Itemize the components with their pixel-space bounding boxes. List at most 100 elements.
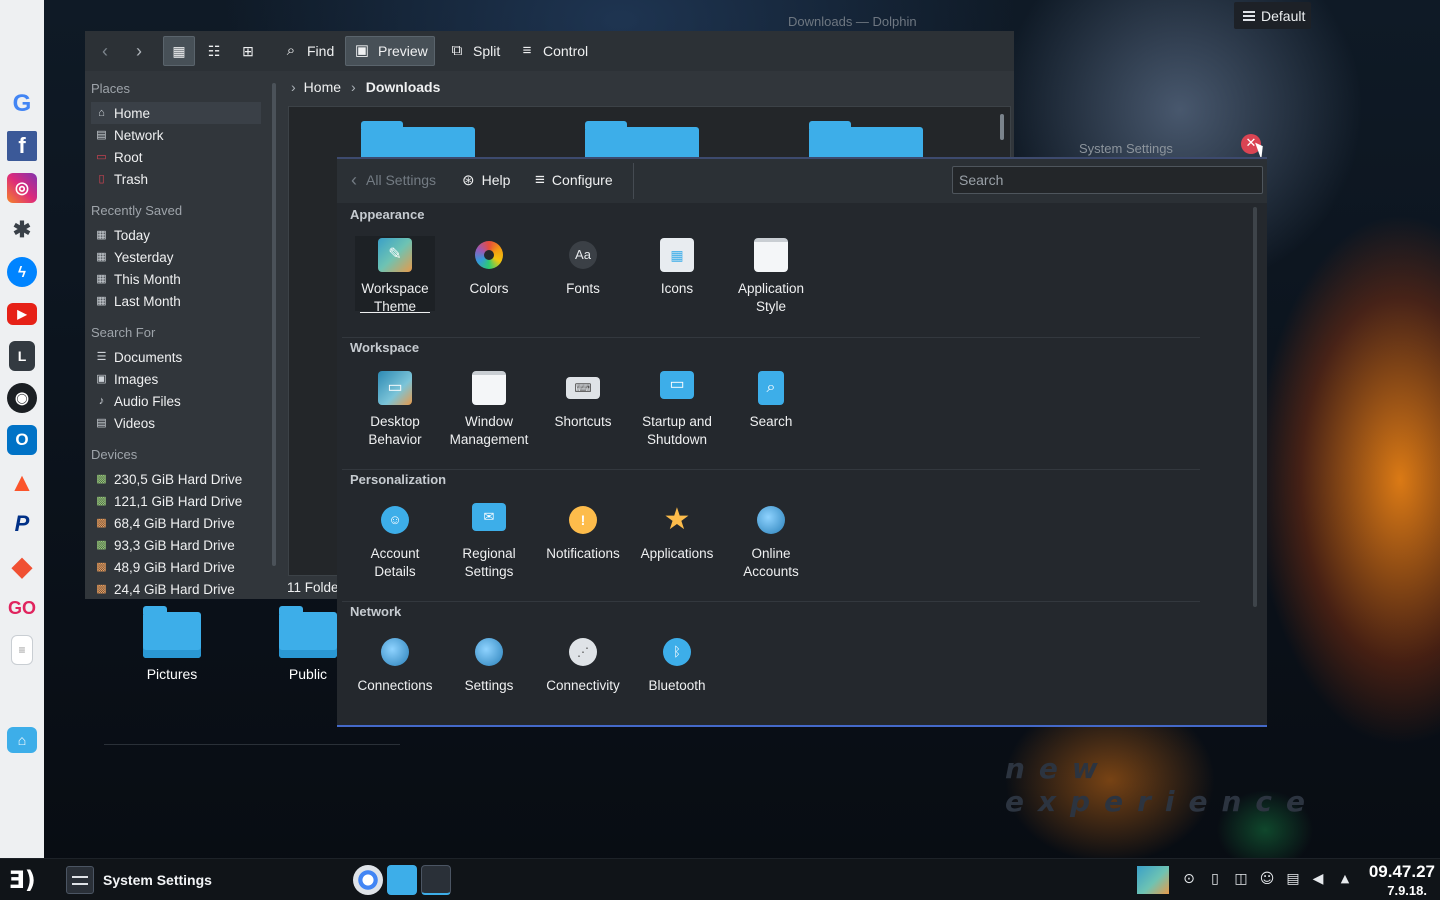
- messenger-icon[interactable]: ϟ: [7, 257, 37, 287]
- text-editor-icon[interactable]: ≡: [11, 635, 33, 665]
- search-images[interactable]: ▣ Images: [91, 368, 261, 390]
- tile-startup-shutdown[interactable]: ▭ Startup and Shutdown: [637, 371, 717, 449]
- layout-button[interactable]: Default: [1234, 2, 1311, 29]
- user-icon[interactable]: ☺: [1259, 871, 1275, 887]
- device-item[interactable]: ▩ 24,4 GiB Hard Drive: [91, 578, 261, 600]
- brave-icon[interactable]: ▲: [7, 467, 37, 497]
- tile-online-accounts[interactable]: Online Accounts: [731, 503, 811, 581]
- device-item[interactable]: ▩ 93,3 GiB Hard Drive: [91, 534, 261, 556]
- facebook-icon[interactable]: f: [7, 131, 37, 161]
- tile-label: Workspace Theme: [361, 281, 429, 314]
- tile-window-management[interactable]: Window Management: [449, 371, 529, 449]
- task-system-settings[interactable]: System Settings: [58, 862, 338, 898]
- help-button[interactable]: ⊛ Help: [462, 167, 510, 193]
- tile-search[interactable]: ⌕ Search: [731, 371, 811, 431]
- tile-account-details[interactable]: ☺ Account Details: [355, 503, 435, 581]
- search-documents[interactable]: ☰ Documents: [91, 346, 261, 368]
- tile-fonts[interactable]: Aa Fonts: [543, 238, 623, 298]
- forward-button[interactable]: ›: [127, 36, 151, 66]
- device-item[interactable]: ▩ 230,5 GiB Hard Drive: [91, 468, 261, 490]
- outlook-icon[interactable]: O: [7, 425, 37, 455]
- places-scrollbar[interactable]: [272, 83, 276, 566]
- google-icon[interactable]: G: [7, 89, 37, 119]
- breadcrumb-home[interactable]: Home: [304, 79, 341, 95]
- usb-icon[interactable]: ▯: [1207, 871, 1223, 887]
- search-audio[interactable]: ♪ Audio Files: [91, 390, 261, 412]
- l-app-icon[interactable]: L: [9, 341, 35, 371]
- github-icon[interactable]: ◉: [7, 383, 37, 413]
- folder-icon[interactable]: [585, 121, 699, 159]
- paypal-icon[interactable]: P: [7, 509, 37, 539]
- compact-view-button[interactable]: ☷: [201, 36, 227, 66]
- tile-notifications[interactable]: ! Notifications: [543, 503, 623, 563]
- folder-icon[interactable]: [809, 121, 923, 159]
- recent-this-month[interactable]: ▦ This Month: [91, 268, 261, 290]
- place-trash[interactable]: ▯ Trash: [91, 168, 261, 190]
- tile-colors[interactable]: Colors: [449, 238, 529, 298]
- update-icon[interactable]: ⊙: [1181, 871, 1197, 887]
- network-icon: ▤: [96, 128, 107, 141]
- recent-today[interactable]: ▦ Today: [91, 224, 261, 246]
- place-root[interactable]: ▭ Root: [91, 146, 261, 168]
- configure-button[interactable]: ≡ Configure: [535, 167, 613, 193]
- tile-workspace-theme[interactable]: ✎ Workspace Theme: [355, 236, 435, 314]
- tile-label: Fonts: [566, 281, 600, 296]
- settings-launcher-icon[interactable]: [421, 865, 451, 895]
- hard-drive-icon: ▩: [96, 582, 107, 595]
- split-button[interactable]: ⧉ Split: [441, 36, 507, 66]
- volume-icon[interactable]: ◀: [1310, 871, 1326, 887]
- all-settings-button[interactable]: ‹ All Settings: [351, 167, 436, 193]
- search-input[interactable]: Search: [952, 166, 1263, 194]
- tile-label: Applications: [640, 546, 714, 561]
- tile-network-settings[interactable]: Settings: [449, 635, 529, 695]
- youtube-icon[interactable]: ▶: [7, 303, 37, 325]
- application-style-icon: [754, 238, 788, 272]
- hard-drive-icon: ▩: [96, 516, 107, 529]
- section-appearance: Appearance ✎ Workspace Theme Colors Aa F…: [342, 205, 1200, 335]
- dolphin-launcher-icon[interactable]: [387, 865, 417, 895]
- tile-shortcuts[interactable]: ⌨ Shortcuts: [543, 371, 623, 431]
- chromium-launcher-icon[interactable]: [353, 865, 383, 895]
- tile-application-style[interactable]: Application Style: [731, 238, 811, 316]
- recent-yesterday[interactable]: ▦ Yesterday: [91, 246, 261, 268]
- instagram-icon[interactable]: ◎: [7, 173, 37, 203]
- back-button[interactable]: ‹: [93, 36, 117, 66]
- tile-applications[interactable]: ★ Applications: [637, 503, 717, 563]
- breadcrumb-current[interactable]: Downloads: [366, 79, 441, 95]
- clipboard-icon[interactable]: ▤: [1285, 871, 1301, 887]
- settings-scrollbar[interactable]: [1253, 207, 1257, 607]
- file-view-scrollbar[interactable]: [1000, 114, 1004, 140]
- kde-icon[interactable]: ✱: [7, 215, 37, 245]
- find-button[interactable]: ⌕ Find: [275, 36, 339, 66]
- device-item[interactable]: ▩ 68,4 GiB Hard Drive: [91, 512, 261, 534]
- search-videos[interactable]: ▤ Videos: [91, 412, 261, 434]
- device-item[interactable]: ▩ 48,9 GiB Hard Drive: [91, 556, 261, 578]
- icons-view-button[interactable]: ▦: [163, 36, 195, 66]
- pager-thumbnail[interactable]: [1137, 866, 1169, 894]
- network-tray-icon[interactable]: ◫: [1233, 871, 1249, 887]
- place-home[interactable]: ⌂ Home: [91, 102, 261, 124]
- preview-button[interactable]: ▣ Preview: [345, 36, 435, 66]
- settings-toolbar: ‹ All Settings ⊛ Help ≡ Configure Search: [337, 159, 1267, 203]
- public-folder-icon: [279, 606, 337, 658]
- tile-icons[interactable]: ▦ Icons: [637, 238, 717, 298]
- control-button[interactable]: ≡ Control: [511, 36, 591, 66]
- tray-expand-icon[interactable]: ▲: [1337, 871, 1353, 887]
- home-folder-icon[interactable]: ⌂: [7, 727, 37, 753]
- tile-regional-settings[interactable]: ✉ Regional Settings: [449, 503, 529, 581]
- desktop-folder-pictures[interactable]: Pictures: [122, 606, 222, 682]
- git-icon[interactable]: ◆: [7, 551, 37, 581]
- folder-icon[interactable]: [361, 121, 475, 159]
- recent-last-month[interactable]: ▦ Last Month: [91, 290, 261, 312]
- tile-connectivity[interactable]: ⋰ Connectivity: [543, 635, 623, 695]
- details-view-button[interactable]: ⊞: [235, 36, 261, 66]
- tile-bluetooth[interactable]: ᛒ Bluetooth: [637, 635, 717, 695]
- tile-connections[interactable]: Connections: [355, 635, 435, 695]
- place-network[interactable]: ▤ Network: [91, 124, 261, 146]
- place-label: Documents: [114, 349, 183, 365]
- application-launcher-icon[interactable]: Ǝ): [4, 863, 40, 897]
- tile-desktop-behavior[interactable]: ▭ Desktop Behavior: [355, 371, 435, 449]
- go-icon[interactable]: GO: [7, 593, 37, 623]
- hard-drive-icon: ▩: [96, 538, 107, 551]
- device-item[interactable]: ▩ 121,1 GiB Hard Drive: [91, 490, 261, 512]
